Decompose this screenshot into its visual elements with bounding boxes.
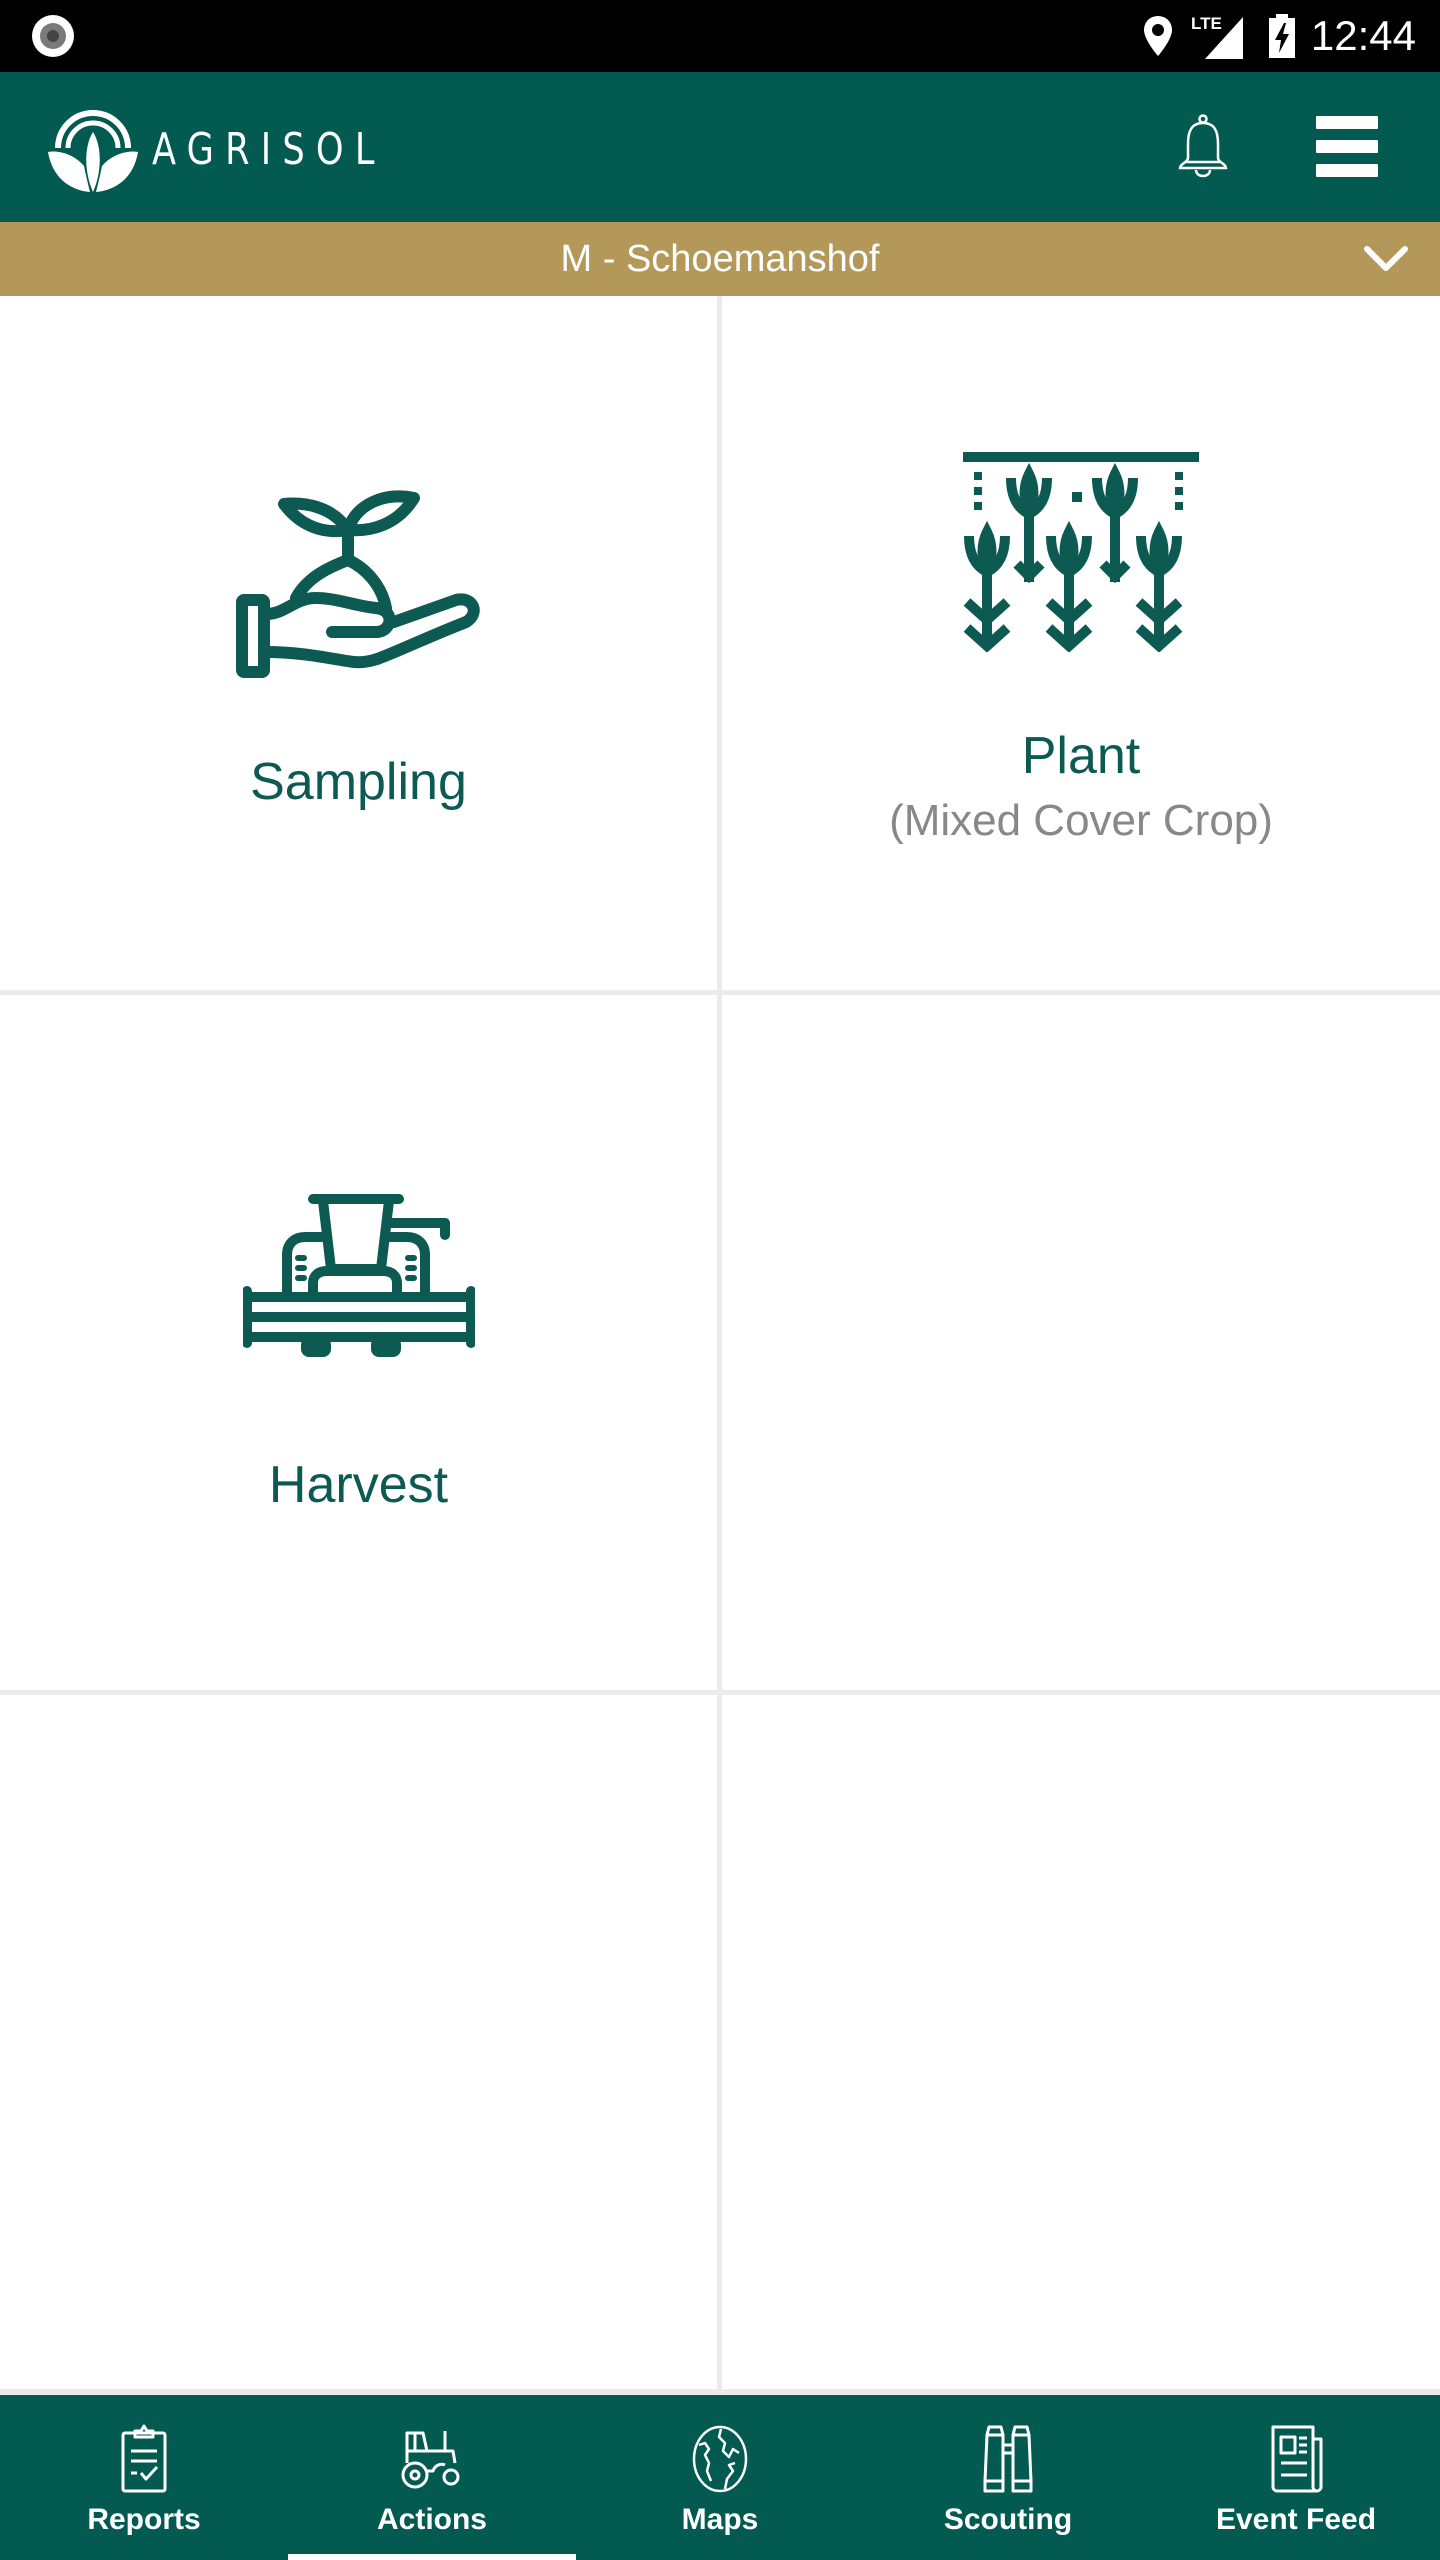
tab-scouting[interactable]: Scouting — [864, 2395, 1152, 2560]
brand-name: AGRISOL — [152, 124, 386, 175]
tab-label: Maps — [681, 2503, 759, 2536]
empty-grid-cell — [722, 1695, 1440, 2389]
tab-label: Actions — [376, 2503, 487, 2536]
active-tab-indicator — [288, 2554, 576, 2560]
hamburger-menu-icon[interactable] — [1316, 116, 1378, 178]
action-title: Sampling — [250, 753, 467, 811]
farm-selector-value: M - Schoemanshof — [560, 238, 880, 280]
hand-seedling-icon — [235, 490, 480, 678]
network-type-label: LTE — [1191, 14, 1222, 33]
agrisol-logo-icon — [48, 110, 138, 192]
location-icon — [1143, 16, 1172, 56]
bell-icon[interactable] — [1176, 114, 1230, 180]
app-header: AGRISOL — [0, 72, 1440, 222]
empty-grid-cell — [0, 1695, 717, 2389]
action-harvest[interactable]: Harvest — [0, 995, 717, 1690]
status-icons: LTE 12:44 — [1141, 0, 1440, 72]
clock: 12:44 — [1310, 12, 1416, 59]
actions-grid: Sampling Plant (Mixed Cover Crop) Harves… — [0, 296, 1440, 2395]
chevron-down-icon — [1364, 246, 1408, 271]
action-title: Plant — [1021, 727, 1141, 785]
action-title: Harvest — [268, 1456, 449, 1514]
clipboard-check-icon — [121, 2424, 167, 2493]
tab-label: Scouting — [943, 2503, 1073, 2536]
tab-actions[interactable]: Actions — [288, 2395, 576, 2560]
tractor-icon — [401, 2431, 460, 2489]
action-subtitle: (Mixed Cover Crop) — [889, 796, 1273, 845]
tab-label: Reports — [87, 2503, 201, 2536]
binoculars-icon — [983, 2425, 1033, 2493]
action-sampling[interactable]: Sampling — [0, 296, 717, 990]
screen-record-icon — [32, 15, 74, 57]
crop-rows-icon — [963, 452, 1199, 652]
combine-harvester-icon — [242, 1194, 475, 1357]
farm-selector-dropdown[interactable]: M - Schoemanshof — [0, 222, 1440, 296]
tab-event-feed[interactable]: Event Feed — [1152, 2395, 1440, 2560]
tab-maps[interactable]: Maps — [576, 2395, 864, 2560]
battery-charging-icon — [1268, 14, 1295, 58]
status-bar: LTE 12:44 — [0, 0, 1440, 72]
globe-icon — [692, 2425, 748, 2493]
tab-reports[interactable]: Reports — [0, 2395, 288, 2560]
bottom-navigation: Reports Actions Maps Scouting Event Feed — [0, 2395, 1440, 2560]
newspaper-icon — [1271, 2425, 1323, 2493]
empty-grid-cell — [722, 995, 1440, 1690]
tab-label: Event Feed — [1215, 2503, 1377, 2536]
lte-signal-icon: LTE — [1191, 14, 1243, 59]
action-plant[interactable]: Plant (Mixed Cover Crop) — [722, 296, 1440, 990]
